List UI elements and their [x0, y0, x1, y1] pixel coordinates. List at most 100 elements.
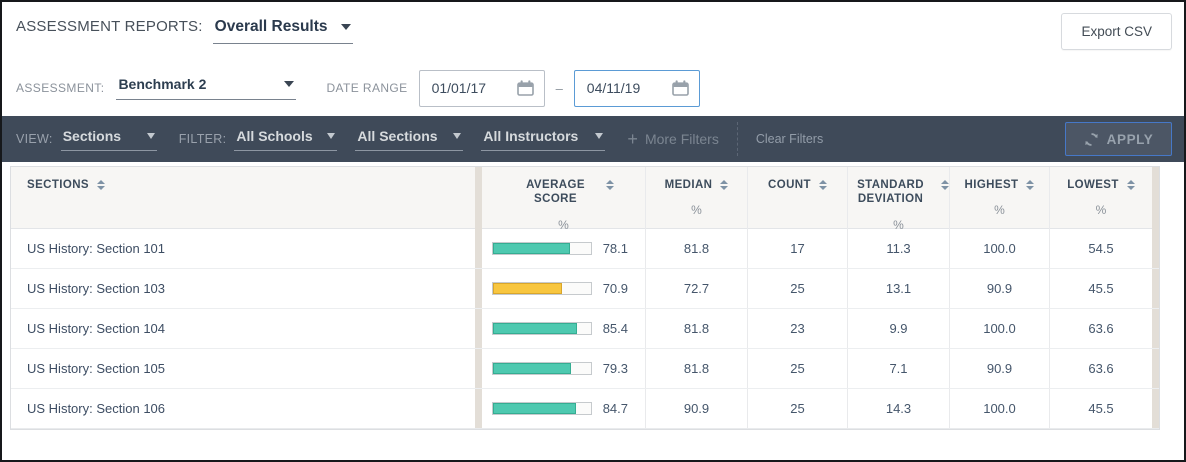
score-bar-fill	[493, 243, 570, 254]
view-label: VIEW:	[16, 132, 53, 146]
column-header-highest[interactable]: HIGHEST%	[949, 167, 1049, 232]
title-bar: ASSESSMENT REPORTS: Overall Results Expo…	[2, 2, 1184, 60]
table-row: US History: Section 10370.972.72513.190.…	[11, 269, 1159, 309]
column-unit-label: %	[691, 203, 702, 217]
sort-icon[interactable]	[819, 180, 827, 190]
table-header-row: SECTIONSAVERAGE SCORE%MEDIAN% COUNT STANDA…	[11, 167, 1159, 229]
column-header-median[interactable]: MEDIAN%	[645, 167, 747, 232]
table-row: US History: Section 10684.790.92514.3100…	[11, 389, 1159, 429]
cell-median: 81.8	[645, 309, 747, 348]
report-type-dropdown[interactable]: Overall Results	[213, 18, 353, 44]
sort-icon[interactable]	[1026, 180, 1034, 190]
cell-average-score: 85.4	[482, 309, 645, 348]
score-bar-fill	[493, 283, 562, 294]
sort-icon[interactable]	[606, 180, 614, 190]
sections-filter-value: All Sections	[357, 128, 437, 144]
column-header-standard-deviation[interactable]: STANDARD DEVIATION%	[847, 167, 949, 232]
sort-icon[interactable]	[97, 180, 105, 190]
export-csv-button[interactable]: Export CSV	[1061, 13, 1172, 50]
score-bar-fill	[493, 363, 571, 374]
column-header-sections[interactable]: SECTIONS	[11, 167, 475, 232]
column-header-label: LOWEST	[1067, 178, 1119, 192]
column-unit-label: %	[994, 203, 1005, 217]
cell-standard-deviation: 13.1	[847, 269, 949, 308]
view-value: Sections	[63, 128, 121, 144]
date-end-value: 04/11/19	[587, 80, 640, 96]
cell-median: 90.9	[645, 389, 747, 428]
calendar-icon[interactable]	[517, 80, 534, 96]
column-divider-strip	[1152, 349, 1159, 388]
column-divider-strip	[1152, 229, 1159, 268]
table-row: US History: Section 10178.181.81711.3100…	[11, 229, 1159, 269]
cell-lowest: 45.5	[1049, 269, 1152, 308]
chevron-down-icon	[341, 24, 351, 30]
cell-average-score: 79.3	[482, 349, 645, 388]
column-divider-strip	[475, 269, 482, 308]
instructors-filter-value: All Instructors	[483, 128, 578, 144]
instructors-filter-dropdown[interactable]: All Instructors	[481, 128, 605, 151]
score-bar-track	[492, 242, 592, 255]
calendar-icon[interactable]	[672, 80, 689, 96]
column-divider-strip	[1152, 167, 1159, 232]
column-header-label: HIGHEST	[965, 178, 1019, 192]
apply-button[interactable]: APPLY	[1065, 122, 1172, 156]
chevron-down-icon	[327, 133, 335, 139]
schools-filter-dropdown[interactable]: All Schools	[234, 128, 337, 151]
date-range-separator: –	[556, 81, 563, 96]
sort-icon[interactable]	[720, 180, 728, 190]
cell-lowest: 45.5	[1049, 389, 1152, 428]
cell-count: 25	[747, 349, 847, 388]
cell-lowest: 63.6	[1049, 349, 1152, 388]
score-bar-track	[492, 402, 592, 415]
sort-icon[interactable]	[1127, 180, 1135, 190]
cell-median: 72.7	[645, 269, 747, 308]
column-unit-label: %	[1096, 203, 1107, 217]
cell-average-score: 84.7	[482, 389, 645, 428]
table-row: US History: Section 10485.481.8239.9100.…	[11, 309, 1159, 349]
cell-lowest: 54.5	[1049, 229, 1152, 268]
column-header-lowest[interactable]: LOWEST%	[1049, 167, 1152, 232]
sort-icon[interactable]	[941, 180, 949, 190]
cell-standard-deviation: 7.1	[847, 349, 949, 388]
average-score-value: 84.7	[592, 401, 628, 416]
score-bar-fill	[493, 403, 576, 414]
column-header-average-score[interactable]: AVERAGE SCORE%	[482, 167, 645, 232]
cell-highest: 100.0	[949, 229, 1049, 268]
cell-standard-deviation: 14.3	[847, 389, 949, 428]
plus-icon: +	[627, 129, 638, 150]
cell-count: 25	[747, 389, 847, 428]
column-header-label: COUNT	[768, 178, 811, 192]
more-filters-button[interactable]: + More Filters	[627, 129, 718, 150]
chevron-down-icon	[147, 133, 155, 139]
column-divider-strip	[475, 309, 482, 348]
clear-filters-button[interactable]: Clear Filters	[756, 132, 823, 146]
cell-highest: 90.9	[949, 269, 1049, 308]
score-bar-track	[492, 322, 592, 335]
assessment-filter-row: ASSESSMENT: Benchmark 2 DATE RANGE 01/01…	[2, 60, 1184, 116]
view-dropdown[interactable]: Sections	[61, 128, 157, 151]
cell-average-score: 70.9	[482, 269, 645, 308]
schools-filter-value: All Schools	[236, 128, 312, 144]
date-start-input[interactable]: 01/01/17	[419, 70, 545, 107]
date-end-input[interactable]: 04/11/19	[574, 70, 700, 107]
table-row: US History: Section 10579.381.8257.190.9…	[11, 349, 1159, 389]
results-table: SECTIONSAVERAGE SCORE%MEDIAN% COUNT STANDA…	[10, 166, 1160, 430]
cell-median: 81.8	[645, 349, 747, 388]
filter-label: FILTER:	[179, 132, 227, 146]
app-window: ASSESSMENT REPORTS: Overall Results Expo…	[0, 0, 1186, 462]
column-header-count[interactable]: COUNT	[747, 167, 847, 232]
view-filter-toolbar: VIEW: Sections FILTER: All Schools All S…	[2, 116, 1184, 162]
column-divider-strip	[475, 167, 482, 232]
sections-filter-dropdown[interactable]: All Sections	[355, 128, 463, 151]
cell-average-score: 78.1	[482, 229, 645, 268]
column-divider-strip	[1152, 269, 1159, 308]
average-score-value: 85.4	[592, 321, 628, 336]
score-bar-fill	[493, 323, 577, 334]
column-divider-strip	[1152, 309, 1159, 348]
apply-label: APPLY	[1107, 132, 1154, 147]
cell-section-name: US History: Section 106	[11, 389, 475, 428]
assessment-dropdown[interactable]: Benchmark 2	[116, 76, 296, 100]
cell-section-name: US History: Section 103	[11, 269, 475, 308]
cell-section-name: US History: Section 104	[11, 309, 475, 348]
chevron-down-icon	[453, 133, 461, 139]
